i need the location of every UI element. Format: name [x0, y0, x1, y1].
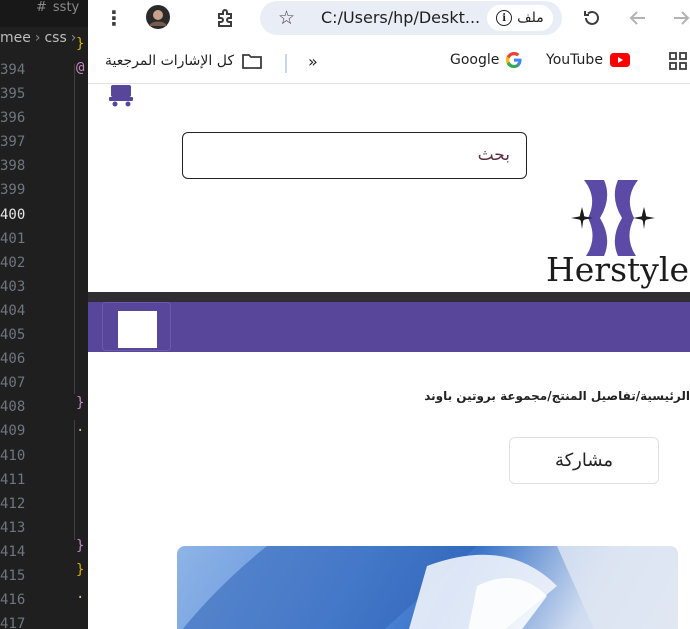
line-number: 397 — [0, 134, 26, 151]
more-menu-icon[interactable]: ⋮ — [101, 5, 127, 31]
code-token: } — [76, 562, 85, 578]
line-number: 404 — [0, 302, 26, 319]
product-photo — [182, 546, 678, 629]
header-divider — [88, 292, 690, 302]
info-icon: i — [496, 10, 513, 26]
line-number: 399 — [0, 182, 26, 199]
line-number: 396 — [0, 110, 26, 127]
breadcrumb-folder[interactable]: mee — [0, 30, 31, 46]
bookmarks-divider — [285, 54, 287, 73]
extensions-icon[interactable] — [213, 5, 239, 31]
menu-icon — [118, 311, 157, 348]
search-input[interactable]: بحث — [182, 132, 527, 179]
all-bookmarks-button[interactable]: كل الإشارات المرجعية — [105, 52, 263, 70]
indent-guide — [74, 420, 75, 540]
line-number: 414 — [0, 543, 26, 560]
line-number: 412 — [0, 495, 26, 512]
line-number: 408 — [0, 399, 26, 416]
line-number: 406 — [0, 351, 26, 368]
breadcrumb-folder[interactable]: css — [44, 30, 66, 46]
web-page: بحث Herstyle الرئيسية/تفاصيل المنتج/مجمو… — [88, 85, 690, 629]
editor-tab[interactable]: # ssty — [36, 0, 79, 15]
forward-icon[interactable] — [625, 5, 651, 31]
reload-icon[interactable] — [579, 5, 605, 31]
bookmark-youtube[interactable]: YouTube — [546, 52, 630, 68]
menu-toggle-button[interactable] — [102, 302, 171, 351]
bookmark-label: YouTube — [546, 52, 603, 68]
code-token: } — [76, 538, 85, 554]
chevron-right-icon: › — [34, 30, 41, 46]
editor-tab-label: ssty — [52, 0, 80, 15]
line-number: 403 — [0, 278, 26, 295]
indent-guide — [74, 64, 75, 394]
browser-window: ⋮ ☆ C:/Users/hp/Deskt... i ملف كل الإشار… — [88, 0, 690, 629]
logo-wordmark: Herstyle — [546, 250, 690, 289]
line-number: 413 — [0, 519, 26, 536]
bookmark-google[interactable]: Google — [450, 52, 522, 68]
site-info-label: ملف — [517, 10, 544, 26]
code-token: @ — [76, 60, 85, 76]
profile-avatar[interactable] — [145, 4, 171, 30]
css-file-icon: # — [36, 0, 47, 15]
main-navbar — [88, 302, 690, 352]
line-number: 407 — [0, 375, 26, 392]
line-number: 415 — [0, 567, 26, 584]
page-breadcrumb: الرئيسية/تفاصيل المنتج/مجموعة بروتين باو… — [424, 389, 690, 403]
address-bar[interactable]: ☆ C:/Users/hp/Deskt... i ملف — [260, 1, 562, 35]
url-text: C:/Users/hp/Deskt... — [321, 8, 481, 27]
editor-breadcrumb: mee › css › — [0, 30, 88, 52]
line-number: 401 — [0, 230, 26, 247]
search-placeholder: بحث — [477, 145, 510, 165]
code-token: } — [76, 36, 85, 52]
line-number: 395 — [0, 86, 26, 103]
bookmark-label: Google — [450, 52, 500, 68]
google-icon — [506, 52, 522, 68]
code-token: } — [76, 395, 85, 411]
apps-grid-icon[interactable] — [669, 52, 687, 70]
editor-tab-bar: # ssty — [0, 0, 88, 27]
folder-icon — [242, 54, 262, 69]
line-number: 398 — [0, 158, 26, 175]
line-number: 410 — [0, 447, 26, 464]
logo-emblem — [571, 180, 655, 256]
bookmark-star-icon[interactable]: ☆ — [278, 7, 295, 29]
line-number: 405 — [0, 327, 26, 344]
bookmarks-bar: كل الإشارات المرجعية » Google YouTube — [88, 42, 690, 84]
overflow-chevron-icon: » — [308, 52, 318, 71]
line-number: 411 — [0, 471, 26, 488]
code-editor: # ssty mee › css › 394 395 396 397 398 399 400 401 4… — [0, 0, 88, 629]
code-token: . — [76, 419, 85, 435]
cart-icon[interactable] — [109, 85, 135, 107]
code-token: . — [76, 586, 85, 602]
line-number: 400 — [0, 206, 26, 223]
bookmarks-overflow-button[interactable]: » — [308, 52, 318, 71]
line-number: 409 — [0, 423, 26, 440]
browser-toolbar: ⋮ ☆ C:/Users/hp/Deskt... i ملف — [88, 0, 690, 42]
site-info-chip[interactable]: i ملف — [487, 5, 553, 31]
brand-logo[interactable]: Herstyle — [546, 178, 690, 293]
product-image[interactable] — [177, 546, 678, 629]
line-number: 394 — [0, 62, 26, 78]
line-number: 416 — [0, 592, 26, 609]
back-icon[interactable] — [668, 5, 690, 31]
line-number-gutter: 394 395 396 397 398 399 400 401 402 403 404 405 406 4… — [0, 58, 30, 629]
share-label: مشاركة — [554, 450, 614, 471]
share-button[interactable]: مشاركة — [509, 437, 659, 484]
line-number: 417 — [0, 616, 26, 629]
all-bookmarks-label: كل الإشارات المرجعية — [105, 53, 234, 69]
youtube-icon — [609, 53, 630, 67]
line-number: 402 — [0, 254, 26, 271]
